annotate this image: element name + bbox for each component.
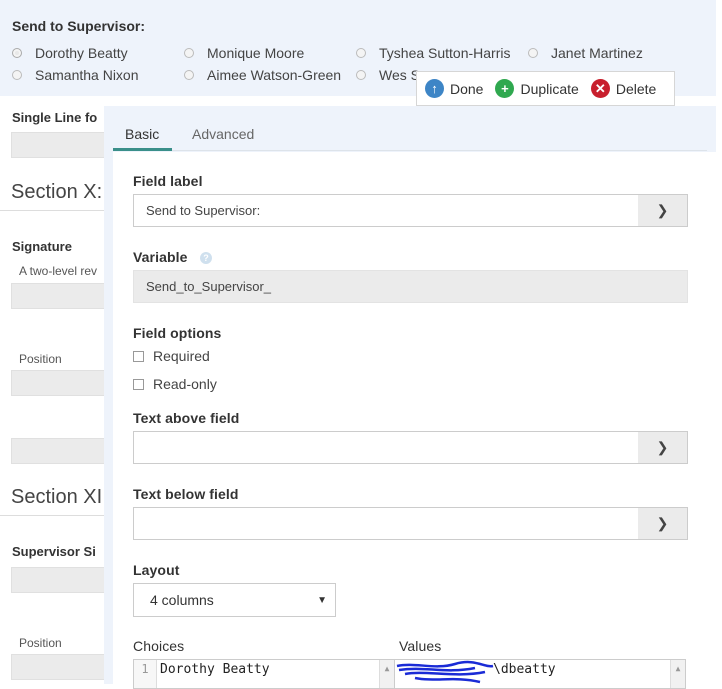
radio-button-icon <box>528 48 538 58</box>
radio-label: Tyshea Sutton-Harris <box>379 45 511 61</box>
values-heading: Values <box>399 638 442 654</box>
required-label: Required <box>153 348 210 364</box>
duplicate-button[interactable]: + Duplicate <box>495 79 579 98</box>
redaction-scribble <box>396 660 494 684</box>
choices-heading: Choices <box>133 638 185 654</box>
signature-label: Signature <box>12 239 72 254</box>
duplicate-label: Duplicate <box>520 80 579 97</box>
field-label-heading: Field label <box>133 173 203 189</box>
radio-option-tyshea-sutton-harris[interactable]: Tyshea Sutton-Harris <box>356 45 511 61</box>
value-line: \dbeatty <box>493 662 556 677</box>
choices-editor[interactable]: 1 Dorothy Beatty ▲ <box>133 659 395 689</box>
radio-label: Samantha Nixon <box>35 67 139 83</box>
section-divider <box>0 515 104 516</box>
position-label: Position <box>19 352 62 366</box>
done-label: Done <box>450 80 484 97</box>
radio-label: Dorothy Beatty <box>35 45 128 61</box>
tab-advanced[interactable]: Advanced <box>192 126 254 142</box>
radio-option-samantha-nixon[interactable]: Samantha Nixon <box>12 67 139 83</box>
chevron-right-icon: ❯ <box>656 439 669 455</box>
field-label-expand-button[interactable]: ❯ <box>638 194 688 227</box>
field-options-heading: Field options <box>133 325 222 341</box>
radio-option-aimee-watson-green[interactable]: Aimee Watson-Green <box>184 67 341 83</box>
field-label-input[interactable]: Send to Supervisor: <box>133 194 639 227</box>
editor-tabs: Basic Advanced <box>113 122 707 151</box>
text-below-expand-button[interactable]: ❯ <box>638 507 688 540</box>
text-below-heading: Text below field <box>133 486 239 502</box>
radio-option-janet-martinez[interactable]: Janet Martinez <box>528 45 643 61</box>
checkbox-icon <box>133 378 144 390</box>
supervisor-signature-label: Supervisor Si <box>12 544 96 559</box>
read-only-label: Read-only <box>153 376 217 392</box>
radio-label: Wes S <box>379 67 420 83</box>
position-label: Position <box>19 636 62 650</box>
read-only-checkbox[interactable]: Read-only <box>133 376 217 392</box>
question-circle-icon[interactable]: ? <box>200 252 212 264</box>
layout-selected-value: 4 columns <box>150 592 214 608</box>
field-label-value: Send to Supervisor: <box>146 203 261 218</box>
supervisor-signature-input[interactable] <box>11 567 113 593</box>
active-tab-indicator <box>113 148 172 151</box>
section-xi-heading: Section XI <box>11 486 103 508</box>
radio-option-dorothy-beatty[interactable]: Dorothy Beatty <box>12 45 128 61</box>
position-input[interactable] <box>11 370 113 396</box>
radio-button-icon <box>12 70 22 80</box>
single-line-input[interactable] <box>11 132 113 158</box>
chevron-right-icon: ❯ <box>656 202 669 218</box>
radio-button-icon <box>356 48 366 58</box>
text-above-heading: Text above field <box>133 410 240 426</box>
layout-heading: Layout <box>133 562 180 578</box>
variable-input[interactable]: Send_to_Supervisor_ <box>133 270 688 303</box>
plus-circle-icon: + <box>495 79 515 98</box>
variable-heading: Variable <box>133 249 188 265</box>
radio-button-icon <box>184 70 194 80</box>
question-title: Send to Supervisor: <box>12 18 146 34</box>
x-circle-icon: ✕ <box>590 79 610 98</box>
field-toolbar: ↑ Done + Duplicate ✕ Delete <box>416 71 675 106</box>
layout-select[interactable]: 4 columns ▼ <box>133 583 336 617</box>
required-checkbox[interactable]: Required <box>133 348 210 364</box>
radio-button-icon <box>184 48 194 58</box>
signature-input[interactable] <box>11 283 113 309</box>
radio-button-icon <box>356 70 366 80</box>
caret-down-icon: ▼ <box>317 594 327 606</box>
radio-label: Monique Moore <box>207 45 305 61</box>
radio-label: Aimee Watson-Green <box>207 67 342 83</box>
text-below-input[interactable] <box>133 507 639 540</box>
checkbox-icon <box>133 350 144 362</box>
radio-option-monique-moore[interactable]: Monique Moore <box>184 45 304 61</box>
chevron-right-icon: ❯ <box>656 515 669 531</box>
radio-button-icon <box>12 48 22 58</box>
delete-button[interactable]: ✕ Delete <box>590 79 657 98</box>
tab-basic[interactable]: Basic <box>125 126 159 142</box>
radio-label: Janet Martinez <box>551 45 643 61</box>
done-button[interactable]: ↑ Done <box>425 79 483 98</box>
background-input[interactable] <box>11 438 113 464</box>
delete-label: Delete <box>615 80 657 97</box>
arrow-up-circle-icon: ↑ <box>425 79 444 98</box>
text-above-input[interactable] <box>133 431 639 464</box>
position-input[interactable] <box>11 654 113 680</box>
single-line-label: Single Line fo <box>12 110 98 125</box>
radio-option-wes[interactable]: Wes S <box>356 67 420 83</box>
section-x-heading: Section X: <box>11 181 103 203</box>
text-above-expand-button[interactable]: ❯ <box>638 431 688 464</box>
variable-value: Send_to_Supervisor_ <box>146 279 272 294</box>
values-editor[interactable]: \dbeatty ▲ <box>395 659 686 689</box>
signature-description: A two-level rev <box>19 264 98 278</box>
choice-line: Dorothy Beatty <box>160 662 270 677</box>
section-divider <box>0 210 104 211</box>
